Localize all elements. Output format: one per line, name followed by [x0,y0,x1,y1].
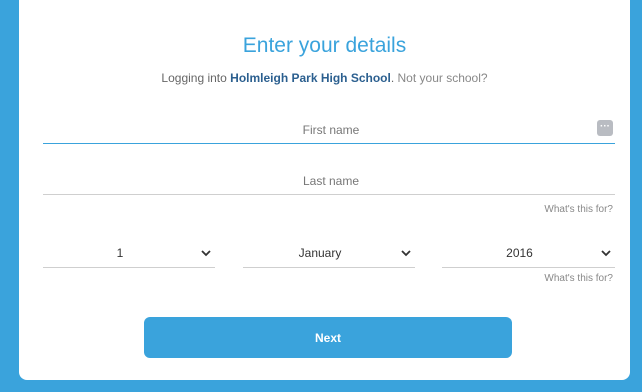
school-name: Holmleigh Park High School [230,71,391,85]
chevron-down-icon [597,249,615,257]
dob-day-value: 1 [116,246,124,260]
chevron-down-icon [197,249,215,257]
subtitle-prefix: Logging into [161,71,231,85]
last-name-input[interactable] [43,166,619,196]
dob-day-select[interactable]: 1 [43,239,215,268]
whats-this-for-link-dob[interactable]: What's this for? [544,273,613,284]
dob-month-value: January [298,246,342,260]
whats-this-for-link-name[interactable]: What's this for? [544,204,613,215]
keyboard-icon[interactable]: ··· [597,120,613,136]
last-name-field[interactable] [43,166,619,196]
dob-year-select[interactable]: 2016 [442,239,615,268]
not-your-school-link[interactable]: Not your school? [398,71,488,85]
next-button[interactable]: Next [144,317,512,358]
first-name-field[interactable]: ··· [43,115,619,145]
login-card: Enter your details Logging into Holmleig… [19,0,630,380]
login-subtitle: Logging into Holmleigh Park High School.… [19,71,630,85]
chevron-down-icon [397,249,415,257]
subtitle-suffix: . [390,71,398,85]
dob-year-value: 2016 [506,246,533,260]
page-title: Enter your details [242,34,407,57]
first-name-input[interactable] [43,115,619,145]
dob-month-select[interactable]: January [243,239,415,268]
